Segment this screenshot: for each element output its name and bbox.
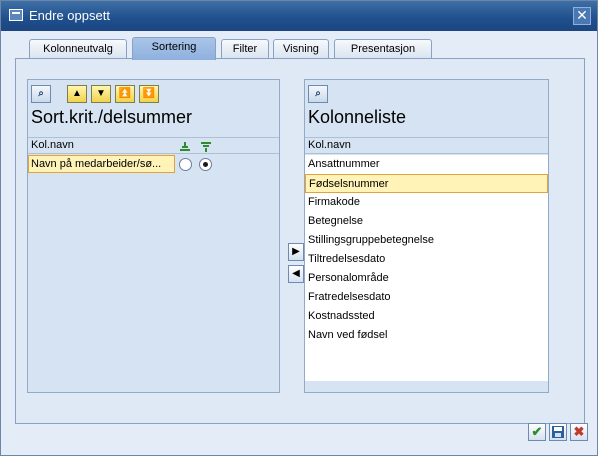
descending-radio[interactable] xyxy=(199,158,212,171)
list-item[interactable]: Personalområde xyxy=(305,269,548,288)
list-item[interactable]: Ansattnummer xyxy=(305,155,548,174)
save-button[interactable] xyxy=(549,423,567,441)
close-button[interactable]: ✕ xyxy=(573,7,591,25)
sort-criteria-title: Sort.krit./delsummer xyxy=(31,107,193,127)
sort-descending-icon[interactable] xyxy=(200,141,212,153)
arrow-bottom-icon: ⏬ xyxy=(142,88,156,99)
tab-presentasjon[interactable]: Presentasjon xyxy=(334,39,432,59)
list-item[interactable]: Kostnadssted xyxy=(305,307,548,326)
binoculars-icon: ⌕ xyxy=(315,88,321,99)
sort-ascending-icon[interactable] xyxy=(179,141,191,153)
column-header-label: Kol.navn xyxy=(308,139,351,151)
window-title: Endre oppsett xyxy=(29,8,110,23)
window-icon xyxy=(9,9,23,21)
find-button[interactable]: ⌕ xyxy=(31,85,51,103)
sorting-tab-panel: ⌕ ▲ ▼ ⏫ ⏬ Sort.krit./delsummer Kol.navn xyxy=(15,58,585,424)
move-top-button[interactable]: ⏫ xyxy=(115,85,135,103)
remove-from-sort-button[interactable]: ◀ xyxy=(288,265,304,283)
move-bottom-button[interactable]: ⏬ xyxy=(139,85,159,103)
column-list: Ansattnummer Fødselsnummer Firmakode Bet… xyxy=(305,155,548,381)
column-header-kolnavn-right: Kol.navn xyxy=(305,137,548,154)
list-item[interactable]: Betegnelse xyxy=(305,212,548,231)
tab-kolonneutvalg[interactable]: Kolonneutvalg xyxy=(29,39,127,59)
list-item[interactable]: Fratredelsesdato xyxy=(305,288,548,307)
list-item[interactable]: Tiltredelsesdato xyxy=(305,250,548,269)
dialog-window: Endre oppsett ✕ Kolonneutvalg Sortering … xyxy=(0,0,598,456)
sort-criteria-panel: ⌕ ▲ ▼ ⏫ ⏬ Sort.krit./delsummer Kol.navn xyxy=(27,79,280,393)
column-list-panel: ⌕ Kolonneliste Kol.navn Ansattnummer Fød… xyxy=(304,79,549,393)
list-item-selected[interactable]: Fødselsnummer xyxy=(305,174,548,193)
move-down-button[interactable]: ▼ xyxy=(91,85,111,103)
ascending-radio[interactable] xyxy=(179,158,192,171)
tab-filter[interactable]: Filter xyxy=(221,39,269,59)
sort-criteria-row[interactable]: Navn på medarbeider/sø... xyxy=(28,155,279,173)
column-list-title: Kolonneliste xyxy=(308,107,407,127)
ok-button[interactable]: ✔ xyxy=(528,423,546,441)
sort-field-name[interactable]: Navn på medarbeider/sø... xyxy=(28,155,175,173)
arrow-down-icon: ▼ xyxy=(96,88,106,99)
cancel-button[interactable]: ✖ xyxy=(570,423,588,441)
column-header-kolnavn: Kol.navn xyxy=(28,137,279,154)
arrow-top-icon: ⏫ xyxy=(118,88,132,99)
move-up-button[interactable]: ▲ xyxy=(67,85,87,103)
dialog-content: Kolonneutvalg Sortering Filter Visning P… xyxy=(1,31,597,455)
column-header-label: Kol.navn xyxy=(31,139,74,151)
find-button-right[interactable]: ⌕ xyxy=(308,85,328,103)
title-bar[interactable]: Endre oppsett ✕ xyxy=(1,1,597,31)
arrow-up-icon: ▲ xyxy=(72,88,82,99)
save-icon xyxy=(552,426,564,438)
tab-visning[interactable]: Visning xyxy=(273,39,329,59)
tab-sortering[interactable]: Sortering xyxy=(132,37,216,60)
list-item[interactable]: Firmakode xyxy=(305,193,548,212)
binoculars-icon: ⌕ xyxy=(38,88,44,99)
list-item[interactable]: Navn ved fødsel xyxy=(305,326,548,345)
add-to-sort-button[interactable]: ▶ xyxy=(288,243,304,261)
list-item[interactable]: Stillingsgruppebetegnelse xyxy=(305,231,548,250)
